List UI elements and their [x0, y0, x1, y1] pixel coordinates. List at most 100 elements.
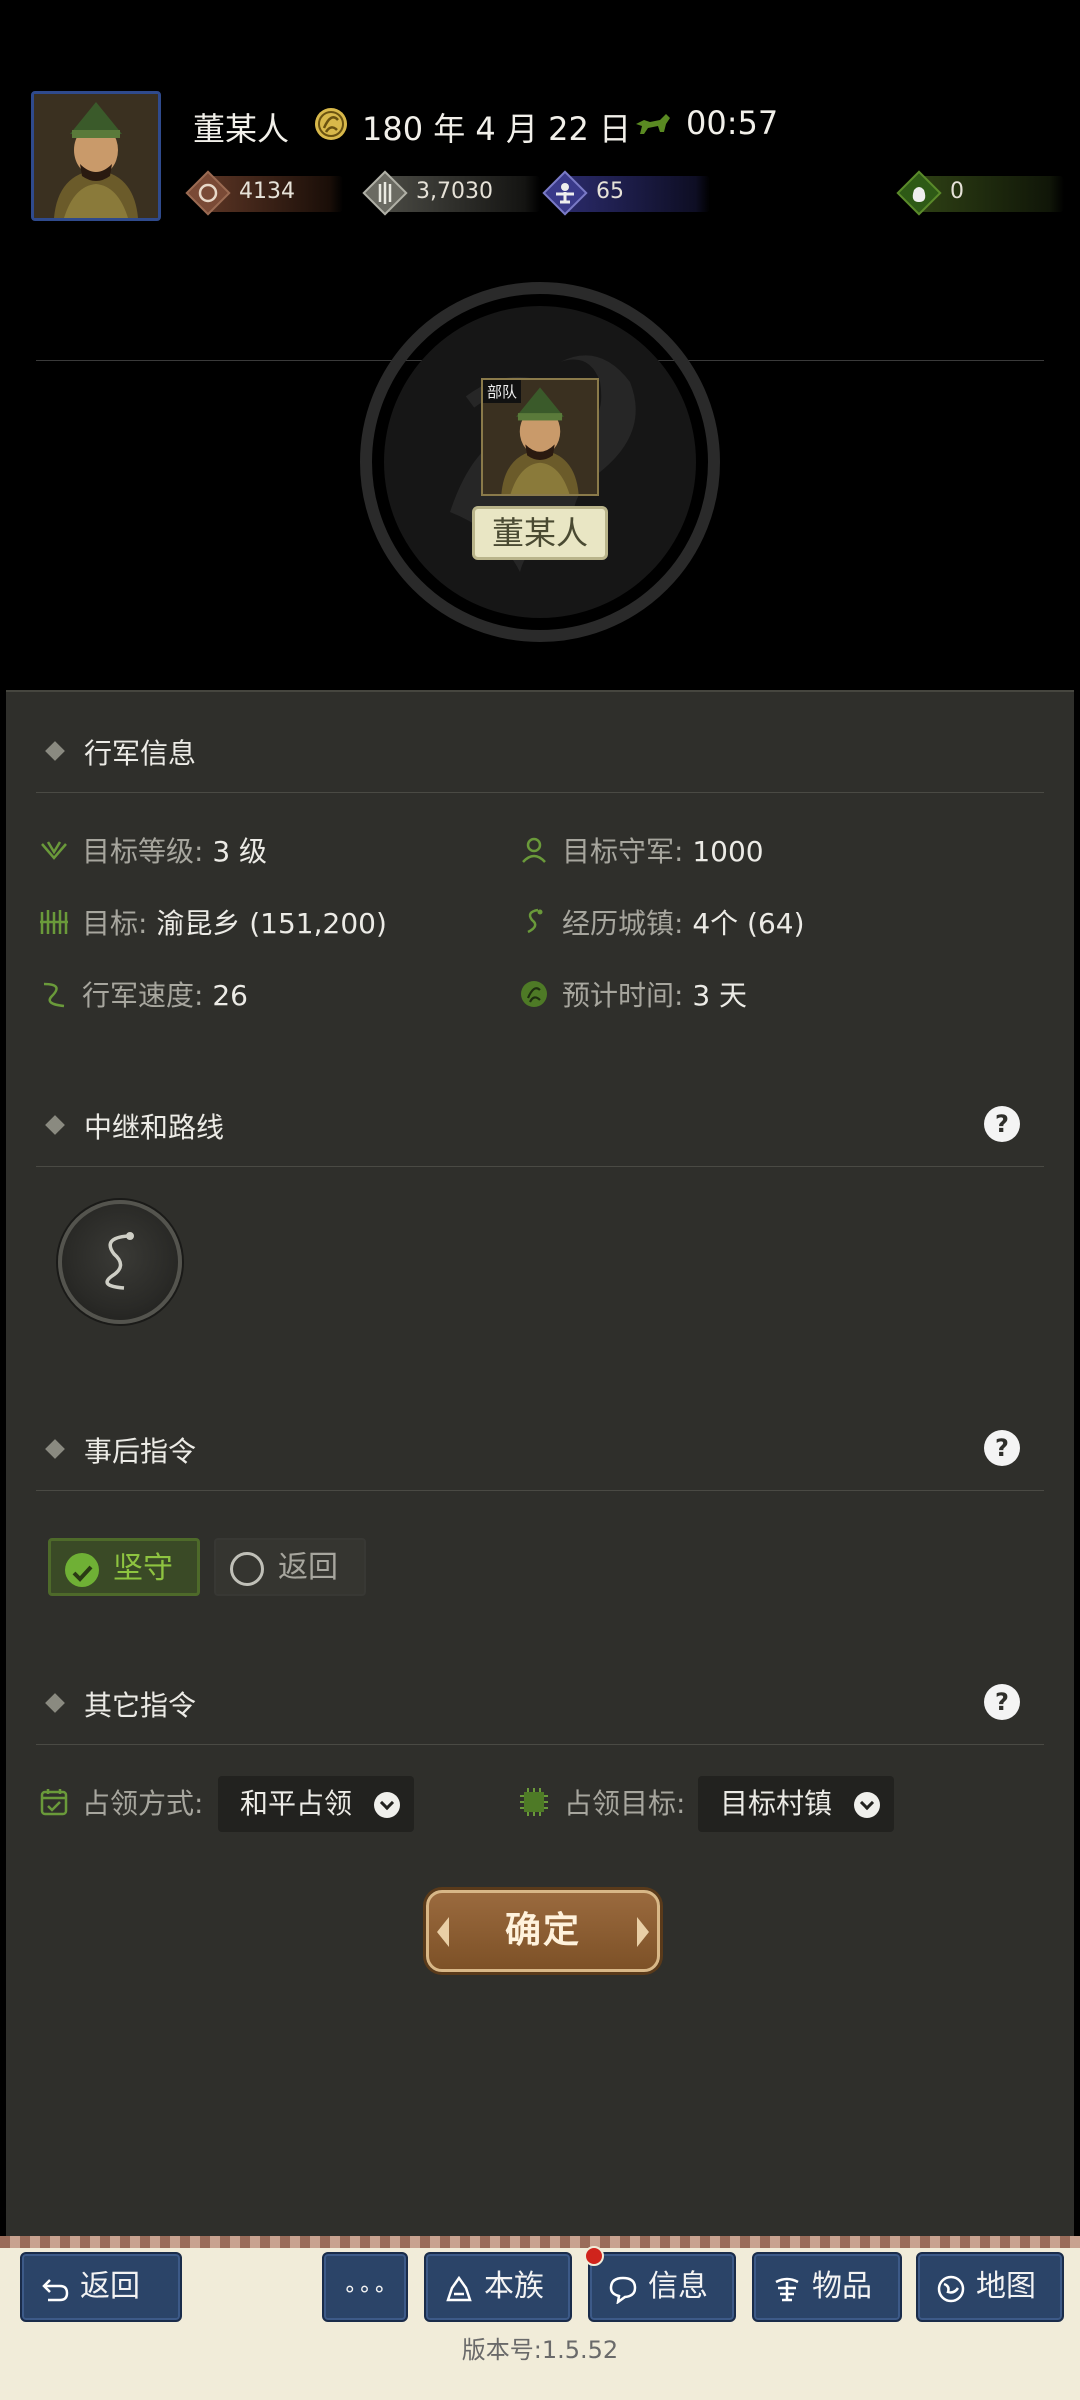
towns-label: 经历城镇: — [562, 907, 684, 940]
route-towns-icon — [527, 908, 543, 934]
after-orders-help-button[interactable]: ? — [984, 1430, 1020, 1466]
occupy-target-value: 目标村镇 — [720, 1787, 833, 1820]
arrow-left-ornament-icon — [437, 1917, 449, 1947]
target-garrison-row: 目标守军: 1000 — [562, 830, 764, 870]
eta-row: 预计时间: 3 天 — [562, 974, 747, 1014]
target-level-value: 3 级 — [212, 835, 268, 868]
occupy-method-icon — [40, 1789, 68, 1816]
coin-icon — [185, 170, 231, 216]
target-icon — [40, 910, 68, 934]
return-option[interactable]: 返回 — [214, 1538, 366, 1596]
hold-label: 坚守 — [113, 1551, 173, 1586]
soldier-value: 65 — [596, 179, 624, 204]
clan-icon — [446, 2275, 472, 2302]
target-garrison-label: 目标守军: — [562, 835, 684, 868]
garrison-icon — [522, 837, 546, 863]
section-marker-icon — [45, 1439, 65, 1459]
unit-tag: 部队 — [483, 380, 522, 403]
occupy-method-label-row: 占领方式: — [82, 1782, 203, 1822]
top-status-bar: 董某人 180 年 4 月 22 日 00:57 4134 3,7030 65 … — [0, 0, 1080, 690]
route-path-icon — [105, 1232, 134, 1290]
nav-map-button[interactable]: 地图 — [916, 2252, 1064, 2322]
player-name: 董某人 — [193, 110, 290, 148]
nav-items-button[interactable]: 物品 — [752, 2252, 902, 2322]
towns-row: 经历城镇: 4个 (64) — [562, 902, 805, 942]
occupy-method-value: 和平占领 — [240, 1787, 353, 1820]
coin-value: 4134 — [239, 179, 295, 204]
nav-items-label: 物品 — [812, 2269, 872, 2304]
player-avatar[interactable] — [31, 91, 161, 221]
section-divider — [36, 1744, 1044, 1745]
nav-clan-button[interactable]: 本族 — [424, 2252, 572, 2322]
game-date: 180 年 4 月 22 日 — [362, 110, 632, 148]
confirm-label: 确定 — [504, 1910, 581, 1951]
section-marker-icon — [45, 741, 65, 761]
target-garrison-value: 1000 — [692, 835, 764, 868]
version-label: 版本号:1.5.52 — [461, 2336, 619, 2364]
target-label: 目标: — [82, 907, 148, 940]
speed-icon — [43, 982, 65, 1008]
grain-icon — [362, 170, 408, 216]
unit-portrait[interactable]: 部队 — [481, 378, 599, 496]
globe-icon — [937, 2275, 965, 2303]
speed-value: 26 — [212, 979, 248, 1012]
notification-dot — [584, 2246, 604, 2266]
section-divider — [36, 792, 1044, 793]
occupy-target-select[interactable]: 目标村镇 — [698, 1776, 894, 1832]
soldier-icon — [542, 170, 588, 216]
back-arrow-icon — [42, 2279, 69, 2302]
other-orders-help-button[interactable]: ? — [984, 1684, 1020, 1720]
nav-map-label: 地图 — [976, 2269, 1036, 2304]
nav-back-button[interactable]: 返回 — [20, 2252, 182, 2322]
nav-back-label: 返回 — [80, 2269, 140, 2304]
level-icon — [41, 841, 67, 860]
march-info-title: 行军信息 — [84, 737, 197, 770]
occupy-method-label: 占领方式: — [82, 1787, 204, 1820]
horse-icon — [636, 114, 670, 134]
game-clock: 00:57 — [686, 104, 779, 142]
nav-info-button[interactable]: 信息 — [588, 2252, 736, 2322]
unit-name-label: 董某人 — [472, 506, 608, 560]
arrow-right-ornament-icon — [637, 1917, 649, 1947]
section-divider — [36, 1490, 1044, 1491]
target-level-label: 目标等级: — [82, 835, 204, 868]
section-divider — [36, 1166, 1044, 1167]
other-orders-title: 其它指令 — [84, 1689, 197, 1722]
hold-option[interactable]: 坚守 — [48, 1538, 200, 1596]
more-dots-icon: ∘∘∘ — [342, 2277, 388, 2302]
radio-checked-icon — [65, 1553, 99, 1587]
soldier-resource[interactable]: 65 — [540, 168, 710, 218]
occupy-method-select[interactable]: 和平占领 — [218, 1776, 414, 1832]
bag-value: 0 — [950, 179, 964, 204]
occupy-target-label-row: 占领目标: — [564, 1782, 685, 1822]
eta-value: 3 天 — [692, 979, 748, 1012]
nav-more-button[interactable]: ∘∘∘ — [322, 2252, 408, 2322]
eta-label: 预计时间: — [562, 979, 684, 1012]
target-value: 渝昆乡 (151,200) — [156, 907, 387, 940]
grain-value: 3,7030 — [416, 179, 493, 204]
relay-help-button[interactable]: ? — [984, 1106, 1020, 1142]
bag-resource[interactable]: 0 — [894, 168, 1064, 218]
return-label: 返回 — [278, 1550, 338, 1585]
relay-route-title: 中继和路线 — [84, 1111, 225, 1144]
nav-border-decoration — [0, 2236, 1080, 2248]
nav-clan-label: 本族 — [484, 2269, 544, 2304]
calendar-icon — [315, 108, 347, 140]
nav-info-label: 信息 — [648, 2269, 708, 2304]
march-panel: 行军信息 目标等级: 3 级 目标守军: 1000 目标: 渝昆乡 (151,2… — [6, 690, 1074, 2236]
section-marker-icon — [45, 1115, 65, 1135]
speed-label: 行军速度: — [82, 979, 204, 1012]
chevron-down-icon — [374, 1792, 400, 1818]
confirm-button[interactable]: 确定 — [426, 1890, 660, 1972]
bag-icon — [896, 170, 942, 216]
route-button[interactable] — [58, 1200, 182, 1324]
coin-resource[interactable]: 4134 — [183, 168, 343, 218]
occupy-target-icon — [520, 1788, 548, 1816]
grain-resource[interactable]: 3,7030 — [360, 168, 540, 218]
section-marker-icon — [45, 1693, 65, 1713]
occupy-target-label: 占领目标: — [564, 1787, 686, 1820]
towns-value: 4个 (64) — [692, 907, 805, 940]
chat-bubble-icon — [609, 2276, 637, 2304]
chevron-down-icon — [854, 1792, 880, 1818]
speed-row: 行军速度: 26 — [82, 974, 248, 1014]
